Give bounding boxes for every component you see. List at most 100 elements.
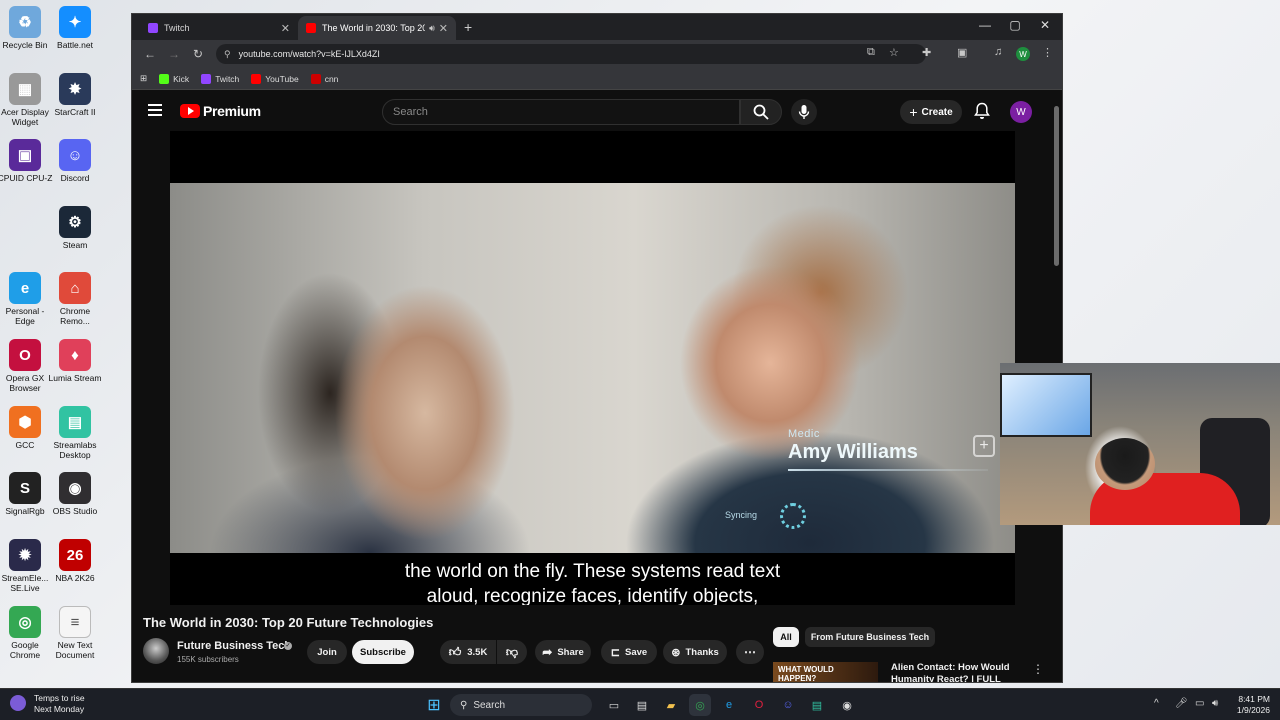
desktop-shortcut[interactable]: S SignalRgb [0, 472, 50, 516]
thanks-button[interactable]: ⊛ Thanks [663, 640, 727, 664]
join-button[interactable]: Join [307, 640, 347, 664]
dislike-button[interactable]: 👎︎ [497, 640, 527, 664]
like-button[interactable]: 👍︎ 3.5K [440, 640, 496, 664]
more-actions-button[interactable]: ⋯ [736, 640, 764, 664]
taskbar: Temps to rise Next Monday ⊞ ⚲ Search ▭ ▤… [0, 688, 1280, 720]
thumbs-down-icon: 👎︎ [505, 644, 519, 659]
channel-avatar[interactable] [143, 638, 169, 664]
desktop-shortcut[interactable]: 26 NBA 2K26 [50, 539, 100, 583]
apps-icon[interactable]: ⊞ [140, 73, 147, 84]
system-clock[interactable]: 8:41 PM 1/9/2026 [1226, 694, 1270, 716]
install-app-icon[interactable]: ⧉ [867, 46, 875, 59]
new-tab-icon[interactable]: + [464, 19, 472, 35]
taskbar-search[interactable]: ⚲ Search [450, 694, 592, 716]
user-avatar[interactable]: W [1010, 101, 1032, 123]
desktop-shortcut[interactable]: ✹ StreamEle... SE.Live [0, 539, 50, 593]
more-options-icon[interactable]: ⋮ [1032, 662, 1044, 676]
desktop-shortcut[interactable]: ◎ Google Chrome [0, 606, 50, 660]
subscribe-button[interactable]: Subscribe [352, 640, 414, 664]
extensions-icon[interactable]: ✚ [922, 46, 931, 59]
bookmark-kick[interactable]: Kick [159, 73, 189, 84]
start-button[interactable]: ⊞ [423, 694, 445, 716]
desktop-shortcut[interactable]: ▤ Streamlabs Desktop [50, 406, 100, 460]
scrollbar-thumb[interactable] [1054, 106, 1059, 266]
minimize-icon[interactable]: — [970, 18, 1000, 32]
desktop-shortcut[interactable]: ✦ Battle.net [50, 6, 100, 50]
streamlabs-taskbar-icon[interactable]: ▤ [806, 694, 828, 716]
chip-from-channel[interactable]: From Future Business Tech [805, 627, 935, 647]
tab-twitch[interactable]: Twitch ✕ [140, 16, 298, 40]
edge-taskbar-icon[interactable]: e [718, 694, 740, 716]
tray-expand-icon[interactable]: ^ [1154, 698, 1159, 709]
widgets-icon[interactable]: ▤ [631, 694, 653, 716]
side-panel-icon[interactable]: ▣ [957, 46, 967, 59]
notifications-button[interactable] [974, 102, 990, 125]
volume-tray-icon[interactable]: 🔊︎ [1212, 698, 1218, 709]
recommendation-title[interactable]: Alien Contact: How Would Humanity React?… [891, 662, 1021, 682]
channel-name[interactable]: Future Business Tech [177, 640, 291, 652]
media-controls-icon[interactable]: ♫ [994, 46, 1002, 58]
desktop-shortcut[interactable]: ⚙ Steam [50, 206, 100, 250]
opera-taskbar-icon[interactable]: O [748, 694, 770, 716]
save-button[interactable]: ⊏ Save [601, 640, 657, 664]
desktop-shortcut[interactable]: ⬢ GCC [0, 406, 50, 450]
tab-title: Twitch [164, 23, 190, 33]
desktop-shortcut-label: Chrome Remo... [59, 306, 91, 326]
back-icon[interactable]: ← [138, 47, 162, 61]
bookmark-star-icon[interactable]: ☆ [889, 46, 899, 59]
desktop-shortcut[interactable]: ♻ Recycle Bin [0, 6, 50, 50]
streamlabs-icon: ▤ [59, 406, 91, 438]
close-tab-icon[interactable]: ✕ [281, 22, 290, 35]
address-bar[interactable]: ⚲ youtube.com/watch?v=kE-lJLXd4ZI [216, 44, 926, 64]
reload-icon[interactable]: ↻ [186, 47, 210, 61]
obs-taskbar-icon[interactable]: ◉ [836, 694, 858, 716]
desktop-shortcut[interactable]: ✸ StarCraft II [50, 73, 100, 117]
video-title: The World in 2030: Top 20 Future Technol… [143, 615, 434, 630]
search-input[interactable]: Search [382, 99, 740, 125]
desktop-shortcut[interactable]: ☺ Discord [50, 139, 100, 183]
chip-all[interactable]: All [773, 627, 799, 647]
bookmarks-bar: ⊞ Kick Twitch YouTube cnn [132, 68, 1062, 90]
maximize-icon[interactable]: ▢ [1000, 18, 1030, 32]
weather-widget[interactable]: Temps to rise Next Monday [10, 693, 85, 715]
task-view-icon[interactable]: ▭ [603, 694, 625, 716]
bookmark-twitch[interactable]: Twitch [201, 73, 239, 84]
tab-strip: Twitch ✕ The World in 2030: Top 20 F 🔊︎ … [132, 14, 1062, 40]
recommendation-thumbnail[interactable]: WHAT WOULD HAPPEN? [773, 662, 878, 682]
speaker-icon[interactable]: 🔊︎ [429, 23, 435, 34]
bookmark-youtube[interactable]: YouTube [251, 73, 299, 84]
forward-icon[interactable]: → [162, 47, 186, 61]
desktop-shortcut[interactable]: ▦ Acer Display Widget [0, 73, 50, 127]
network-tray-icon[interactable]: ▭ [1195, 698, 1204, 709]
file-explorer-icon[interactable]: ▰ [660, 694, 682, 716]
chrome-icon: ◎ [9, 606, 41, 638]
close-tab-icon[interactable]: ✕ [439, 22, 448, 35]
create-button[interactable]: + Create [900, 100, 962, 124]
desktop-shortcut[interactable]: O Opera GX Browser [0, 339, 50, 393]
youtube-logo[interactable]: Premium [180, 103, 261, 119]
bookmark-cnn[interactable]: cnn [310, 73, 338, 84]
site-info-icon[interactable]: ⚲ [224, 49, 231, 60]
desktop-shortcut[interactable]: ♦ Lumia Stream [49, 339, 101, 383]
browser-menu-icon[interactable]: ⋮ [1042, 46, 1053, 59]
desktop-shortcut[interactable]: ≡ New Text Document [50, 606, 100, 660]
search-button[interactable] [740, 99, 782, 125]
youtube-icon [251, 73, 262, 84]
tab-youtube[interactable]: The World in 2030: Top 20 F 🔊︎ ✕ [298, 16, 456, 40]
mic-tray-icon[interactable]: 🎤︎ [1175, 698, 1188, 709]
close-window-icon[interactable]: ✕ [1030, 18, 1060, 32]
voice-search-button[interactable] [791, 99, 817, 125]
video-player[interactable]: Medic Amy Williams Syncing + the world o… [170, 131, 1015, 605]
video-frame[interactable]: Medic Amy Williams Syncing + [170, 183, 1015, 553]
hamburger-menu-icon[interactable] [148, 104, 162, 116]
desktop-shortcut[interactable]: ▣ CPUID CPU-Z [0, 139, 52, 183]
profile-icon[interactable]: W [1016, 47, 1030, 61]
share-button[interactable]: ➦ Share [535, 640, 591, 664]
discord-taskbar-icon[interactable]: ☺ [777, 694, 799, 716]
chrome-taskbar-icon[interactable]: ◎ [689, 694, 711, 716]
desktop-shortcut-label: New Text Document [55, 640, 95, 660]
desktop-shortcut[interactable]: ◉ OBS Studio [50, 472, 100, 516]
opera-gx-icon: O [9, 339, 41, 371]
desktop-shortcut[interactable]: ⌂ Chrome Remo... [50, 272, 100, 326]
desktop-shortcut[interactable]: e Personal - Edge [0, 272, 50, 326]
